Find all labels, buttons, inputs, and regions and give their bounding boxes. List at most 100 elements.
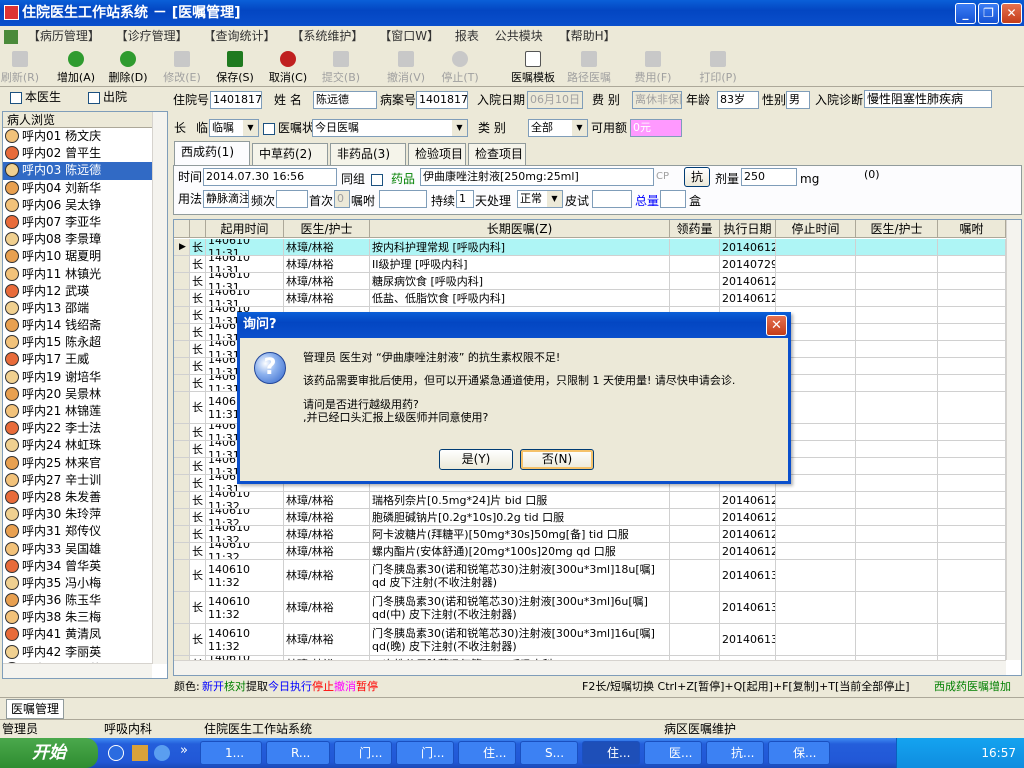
taskbar-task[interactable]: 1... bbox=[200, 741, 262, 765]
patient-item[interactable]: 呼内19 谢培华 bbox=[3, 369, 167, 386]
patient-item[interactable]: 呼内12 武瑛 bbox=[3, 283, 167, 300]
patient-item[interactable]: 呼内08 李景璋 bbox=[3, 231, 167, 248]
tab-non-drug[interactable]: 非药品(3) bbox=[330, 143, 406, 165]
tab-western-medicine[interactable]: 西成药(1) bbox=[174, 141, 250, 165]
order-status-checkbox[interactable] bbox=[263, 121, 278, 135]
dose-field[interactable]: 250 bbox=[741, 168, 797, 186]
usage-field[interactable]: 静脉滴注 bbox=[203, 190, 249, 208]
patient-list-vscroll[interactable] bbox=[152, 112, 167, 664]
total-field[interactable] bbox=[660, 190, 686, 208]
order-status-select[interactable]: 今日医嘱 ▼ bbox=[312, 119, 468, 137]
menu-medical-record[interactable]: 【病历管理】 bbox=[22, 26, 106, 46]
age-field[interactable]: 83岁 bbox=[717, 91, 759, 109]
case-no-field[interactable]: 1401817 bbox=[416, 91, 468, 109]
table-row[interactable]: 长 140610 11:31 林璋/林裕 低盐、低脂饮食 [呼吸内科] 20140612 bbox=[174, 290, 1006, 307]
my-patients-checkbox[interactable]: 本医生 bbox=[10, 88, 61, 105]
sex-field[interactable]: 男 bbox=[786, 91, 810, 109]
submit-button[interactable]: 提交(B) bbox=[321, 49, 361, 85]
patient-item[interactable]: 呼内07 李亚华 bbox=[3, 214, 167, 231]
dialog-close-button[interactable]: ✕ bbox=[766, 315, 787, 336]
discharged-checkbox[interactable]: 出院 bbox=[88, 88, 127, 105]
patient-item[interactable]: 呼内30 朱玲萍 bbox=[3, 506, 167, 523]
table-row[interactable]: 长 140610 11:32 林璋/林裕 门冬胰岛素30(诺和锐笔芯30)注射液[30… bbox=[174, 560, 1006, 592]
table-row[interactable]: 长 140610 11:32 林璋/林裕 胞磷胆碱钠片[0.2g*10s]0.2g t… bbox=[174, 509, 1006, 526]
patient-item[interactable]: 呼内25 林来官 bbox=[3, 455, 167, 472]
add-button[interactable]: 增加(A) bbox=[56, 49, 96, 85]
grid-column-header[interactable] bbox=[190, 220, 206, 238]
patient-item[interactable]: 呼内27 辛士训 bbox=[3, 472, 167, 489]
start-button[interactable]: 开始 bbox=[0, 738, 98, 768]
tab-order-management[interactable]: 医嘱管理 bbox=[6, 699, 65, 719]
menu-system[interactable]: 【系统维护】 bbox=[285, 26, 369, 46]
grid-vscroll[interactable] bbox=[1006, 220, 1021, 660]
taskbar-task[interactable]: 保... bbox=[768, 741, 830, 765]
revoke-button[interactable]: 撤消(V) bbox=[386, 49, 426, 85]
taskbar-task[interactable]: 住... bbox=[458, 741, 516, 765]
grid-column-header[interactable]: 长期医嘱(Z) bbox=[370, 220, 670, 238]
table-row[interactable]: 长 140610 11:31 林璋/林裕 糖尿病饮食 [呼吸内科] 20140612 bbox=[174, 273, 1006, 290]
table-row[interactable]: ▶ 长 140610 11:31 林璋/林裕 按内科护理常规 [呼吸内科] 2014061… bbox=[174, 239, 1006, 256]
patient-item[interactable]: 呼内11 林镇光 bbox=[3, 266, 167, 283]
minimize-button[interactable]: _ bbox=[955, 3, 976, 24]
tab-lab-test[interactable]: 检验项目 bbox=[408, 143, 466, 165]
fee-type-field[interactable]: 离休非保险 bbox=[632, 91, 682, 109]
taskbar-task[interactable]: 住... bbox=[582, 741, 640, 765]
taskbar-task[interactable]: 医... bbox=[644, 741, 702, 765]
category-select[interactable]: 全部 ▼ bbox=[528, 119, 588, 137]
no-button[interactable]: 否(N) bbox=[520, 449, 594, 470]
patient-item[interactable]: 呼内38 朱三梅 bbox=[3, 609, 167, 626]
patient-item[interactable]: 呼内31 郑传仪 bbox=[3, 523, 167, 540]
quicklaunch-icon-2[interactable] bbox=[154, 745, 170, 761]
restore-button[interactable]: ❐ bbox=[978, 3, 999, 24]
patient-item[interactable]: 呼内42 李丽英 bbox=[3, 644, 167, 661]
patient-item[interactable]: 呼内28 朱发善 bbox=[3, 489, 167, 506]
patient-item[interactable]: 呼内41 黄清凤 bbox=[3, 626, 167, 643]
table-row[interactable]: 长 140610 11:32 林璋/林裕 螺内酯片(安体舒通)[20mg*100s]2… bbox=[174, 543, 1006, 560]
menu-query[interactable]: 【查询统计】 bbox=[198, 26, 282, 46]
patient-item[interactable]: 呼内35 冯小梅 bbox=[3, 575, 167, 592]
patient-item[interactable]: 呼内20 吴景林 bbox=[3, 386, 167, 403]
grid-column-header[interactable]: 停止时间 bbox=[776, 220, 856, 238]
group-checkbox[interactable] bbox=[371, 172, 386, 186]
refresh-button[interactable]: 刷新(R) bbox=[0, 49, 40, 85]
patient-list[interactable]: 病人浏览 呼内01 杨文庆 呼内02 曾平生 呼内03 陈远德 呼内04 刘新华 呼内0… bbox=[2, 111, 168, 679]
patient-item[interactable]: 呼内04 刘新华 bbox=[3, 180, 167, 197]
grid-column-header[interactable]: 执行日期 bbox=[720, 220, 776, 238]
name-field[interactable]: 陈远德 bbox=[313, 91, 377, 109]
yes-button[interactable]: 是(Y) bbox=[439, 449, 513, 470]
fee-button[interactable]: 费用(F) bbox=[633, 49, 673, 85]
grid-column-header[interactable]: 领药量 bbox=[670, 220, 720, 238]
instruction-field[interactable] bbox=[379, 190, 427, 208]
menu-help[interactable]: 【帮助H】 bbox=[553, 26, 622, 46]
antibiotic-button[interactable]: 抗 bbox=[684, 167, 710, 187]
taskbar-task[interactable]: R... bbox=[266, 741, 330, 765]
menu-window[interactable]: 【窗口W】 bbox=[373, 26, 445, 46]
admit-date-field[interactable]: 06月10日 bbox=[527, 91, 583, 109]
stop-button[interactable]: 停止(T) bbox=[440, 49, 480, 85]
table-row[interactable]: 长 140610 11:32 林璋/林裕 瑞格列奈片[0.5mg*24]片 bid 口… bbox=[174, 492, 1006, 509]
drug-field[interactable]: 伊曲康唑注射液[250mg:25ml] bbox=[420, 168, 654, 186]
grid-column-header[interactable]: 医生/护士 bbox=[284, 220, 370, 238]
patient-item[interactable]: 呼内34 曾华英 bbox=[3, 558, 167, 575]
menu-diagnosis[interactable]: 【诊疗管理】 bbox=[110, 26, 194, 46]
patient-item[interactable]: 呼内02 曾平生 bbox=[3, 145, 167, 162]
frequency-field[interactable] bbox=[276, 190, 308, 208]
patient-item[interactable]: 呼内10 琚夏明 bbox=[3, 248, 167, 265]
taskbar-task[interactable]: 门... bbox=[396, 741, 454, 765]
edit-button[interactable]: 修改(E) bbox=[162, 49, 202, 85]
first-dose-field[interactable]: 0 bbox=[334, 190, 350, 208]
patient-item[interactable]: 呼内14 钱绍斋 bbox=[3, 317, 167, 334]
handling-select[interactable]: 正常 ▼ bbox=[517, 190, 563, 208]
tab-exam[interactable]: 检查项目 bbox=[468, 143, 526, 165]
ie-icon[interactable] bbox=[108, 745, 124, 761]
patient-list-hscroll[interactable] bbox=[3, 663, 152, 678]
patient-item[interactable]: 呼内13 邵端 bbox=[3, 300, 167, 317]
save-button[interactable]: 保存(S) bbox=[215, 49, 255, 85]
chevron-right-icon[interactable]: » bbox=[180, 743, 188, 758]
time-field[interactable]: 2014.07.30 16:56 bbox=[203, 168, 337, 186]
menu-public[interactable]: 公共模块 bbox=[489, 26, 549, 46]
taskbar-task[interactable]: 抗... bbox=[706, 741, 764, 765]
grid-hscroll[interactable] bbox=[174, 660, 1006, 675]
patient-item[interactable]: 呼内06 吴太铮 bbox=[3, 197, 167, 214]
patient-item[interactable]: 呼内15 陈永超 bbox=[3, 334, 167, 351]
